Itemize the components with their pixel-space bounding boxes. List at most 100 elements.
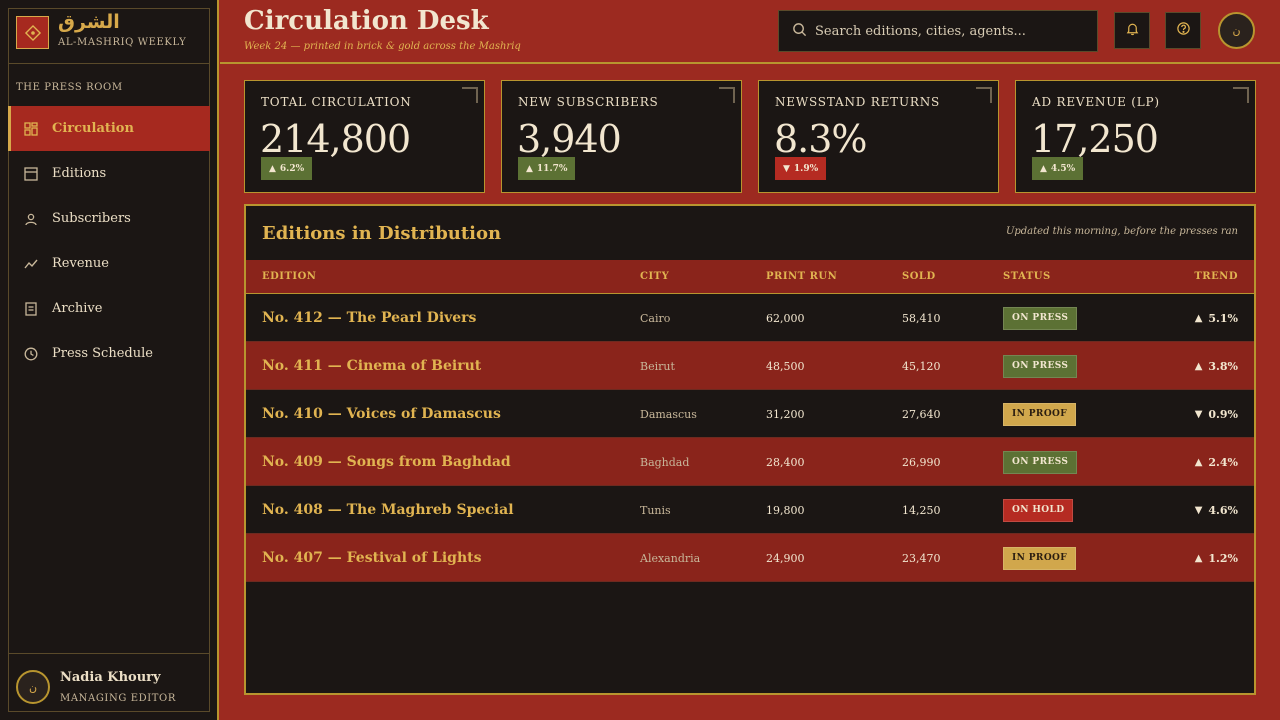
stat-card-new-subscribers: NEW SUBSCRIBERS 3,940 ▲ 11.7% <box>501 80 742 193</box>
header-avatar[interactable]: ن <box>1218 12 1255 49</box>
column-header-edition[interactable]: EDITION <box>262 271 316 282</box>
status-cell: ON PRESS <box>1003 294 1078 342</box>
stat-label: TOTAL CIRCULATION <box>261 95 412 109</box>
stat-card-newsstand-returns: NEWSSTAND RETURNS 8.3% ▼ 1.9% <box>758 80 999 193</box>
table-row[interactable]: No. 409 — Songs from Baghdad Baghdad 28,40… <box>246 438 1254 486</box>
arrow-down-icon: ▼ <box>1194 504 1203 516</box>
stat-change: 4.5% <box>1050 163 1076 174</box>
status-badge: ON PRESS <box>1003 306 1078 330</box>
edition-name[interactable]: No. 411 — Cinema of Beirut <box>262 342 481 390</box>
column-header-print-run[interactable]: PRINT RUN <box>766 271 837 282</box>
edition-city: Beirut <box>640 359 675 373</box>
column-header-city[interactable]: CITY <box>640 271 669 282</box>
arrow-up-icon: ▲ <box>1194 456 1203 468</box>
table-row[interactable]: No. 411 — Cinema of Beirut Beirut 48,500 45… <box>246 342 1254 390</box>
arrow-up-icon: ▲ <box>1194 552 1203 564</box>
trend-value: 2.4% <box>1208 455 1238 469</box>
status-badge: ON PRESS <box>1003 450 1078 474</box>
stat-change: 1.9% <box>793 163 819 174</box>
notifications-button[interactable] <box>1114 12 1150 49</box>
arrow-down-icon: ▼ <box>783 163 790 174</box>
stat-change: 11.7% <box>536 163 568 174</box>
edition-name[interactable]: No. 412 — The Pearl Divers <box>262 294 476 342</box>
table-body: No. 412 — The Pearl Divers Cairo 62,000 58,… <box>246 294 1254 582</box>
stat-label: AD REVENUE (LP) <box>1032 95 1160 109</box>
stat-change-badge: ▲ 6.2% <box>261 157 313 180</box>
edition-name[interactable]: No. 408 — The Maghreb Special <box>262 486 514 534</box>
sidebar-item-press-schedule[interactable]: Press Schedule <box>8 331 210 376</box>
avatar: ن <box>16 670 50 704</box>
edition-city: Damascus <box>640 407 697 421</box>
brand[interactable]: الشرق AL-MASHRIQ WEEKLY <box>8 8 210 64</box>
sidebar-item-subscribers[interactable]: Subscribers <box>8 196 210 241</box>
search-input[interactable] <box>815 23 1085 39</box>
status-cell: IN PROOF <box>1003 390 1077 438</box>
sold-count: 45,120 <box>902 359 941 373</box>
diamond-icon <box>16 16 49 49</box>
stat-value: 214,800 <box>260 117 411 161</box>
sidebar-item-label: Press Schedule <box>52 346 153 361</box>
brand-subtitle: AL-MASHRIQ WEEKLY <box>58 37 187 48</box>
grid-icon <box>23 121 39 137</box>
sold-count: 23,470 <box>902 551 941 565</box>
editions-panel: Editions in Distribution Updated this mo… <box>244 204 1256 695</box>
card-corner-ornament <box>1233 87 1249 103</box>
stat-change-badge: ▲ 11.7% <box>518 157 576 180</box>
print-run: 62,000 <box>766 311 805 325</box>
trend-cell: ▲ 3.8% <box>1195 342 1238 390</box>
sidebar-nav: Circulation Editions Subscribers Revenue… <box>8 106 210 376</box>
edition-city: Baghdad <box>640 455 690 469</box>
table-header: EDITION CITY PRINT RUN SOLD STATUS TREND <box>246 260 1254 294</box>
table-row[interactable]: No. 407 — Festival of Lights Alexandria 24… <box>246 534 1254 582</box>
sidebar-item-circulation[interactable]: Circulation <box>8 106 210 151</box>
table-row[interactable]: No. 408 — The Maghreb Special Tunis 19,800… <box>246 486 1254 534</box>
stat-value: 17,250 <box>1031 117 1159 161</box>
status-badge: IN PROOF <box>1003 402 1077 426</box>
print-run: 28,400 <box>766 455 805 469</box>
edition-name[interactable]: No. 407 — Festival of Lights <box>262 534 481 582</box>
stat-card-total-circulation: TOTAL CIRCULATION 214,800 ▲ 6.2% <box>244 80 485 193</box>
print-run: 19,800 <box>766 503 805 517</box>
stat-change: 6.2% <box>279 163 305 174</box>
trend-value: 1.2% <box>1208 551 1238 565</box>
sidebar-item-label: Circulation <box>52 121 134 136</box>
edition-name[interactable]: No. 409 — Songs from Baghdad <box>262 438 511 486</box>
sold-count: 14,250 <box>902 503 941 517</box>
brand-name: الشرق <box>58 11 120 33</box>
sidebar-item-label: Archive <box>52 301 103 316</box>
column-header-sold[interactable]: SOLD <box>902 271 936 282</box>
sold-count: 58,410 <box>902 311 941 325</box>
sidebar-item-label: Revenue <box>52 256 109 271</box>
arrow-up-icon: ▲ <box>1194 360 1203 372</box>
sidebar-item-revenue[interactable]: Revenue <box>8 241 210 286</box>
user-icon <box>23 211 39 227</box>
trend-value: 0.9% <box>1208 407 1238 421</box>
sidebar-item-archive[interactable]: Archive <box>8 286 210 331</box>
column-header-trend[interactable]: TREND <box>1194 271 1238 282</box>
sidebar-item-editions[interactable]: Editions <box>8 151 210 196</box>
stat-card-ad-revenue: AD REVENUE (LP) 17,250 ▲ 4.5% <box>1015 80 1256 193</box>
sidebar-item-label: Editions <box>52 166 107 181</box>
search-box[interactable] <box>778 10 1098 52</box>
user-profile[interactable]: ن Nadia Khoury MANAGING EDITOR <box>8 653 210 712</box>
card-corner-ornament <box>719 87 735 103</box>
panel-title: Editions in Distribution <box>262 223 502 244</box>
trend-value: 5.1% <box>1208 311 1238 325</box>
status-cell: ON HOLD <box>1003 486 1074 534</box>
status-badge: IN PROOF <box>1003 546 1077 570</box>
sold-count: 27,640 <box>902 407 941 421</box>
edition-name[interactable]: No. 410 — Voices of Damascus <box>262 390 501 438</box>
page-title: Circulation Desk <box>244 6 489 36</box>
stat-label: NEW SUBSCRIBERS <box>518 95 659 109</box>
arrow-up-icon: ▲ <box>1040 163 1047 174</box>
sidebar: الشرق AL-MASHRIQ WEEKLY THE PRESS ROOM C… <box>0 0 219 720</box>
column-header-status[interactable]: STATUS <box>1003 271 1051 282</box>
status-cell: ON PRESS <box>1003 438 1078 486</box>
help-button[interactable] <box>1165 12 1201 49</box>
trend-value: 3.8% <box>1208 359 1238 373</box>
page-subtitle: Week 24 — printed in brick & gold across… <box>244 41 521 52</box>
table-row[interactable]: No. 412 — The Pearl Divers Cairo 62,000 58,… <box>246 294 1254 342</box>
search-icon <box>792 22 807 41</box>
table-row[interactable]: No. 410 — Voices of Damascus Damascus 31,2… <box>246 390 1254 438</box>
stat-change-badge: ▼ 1.9% <box>775 157 827 180</box>
